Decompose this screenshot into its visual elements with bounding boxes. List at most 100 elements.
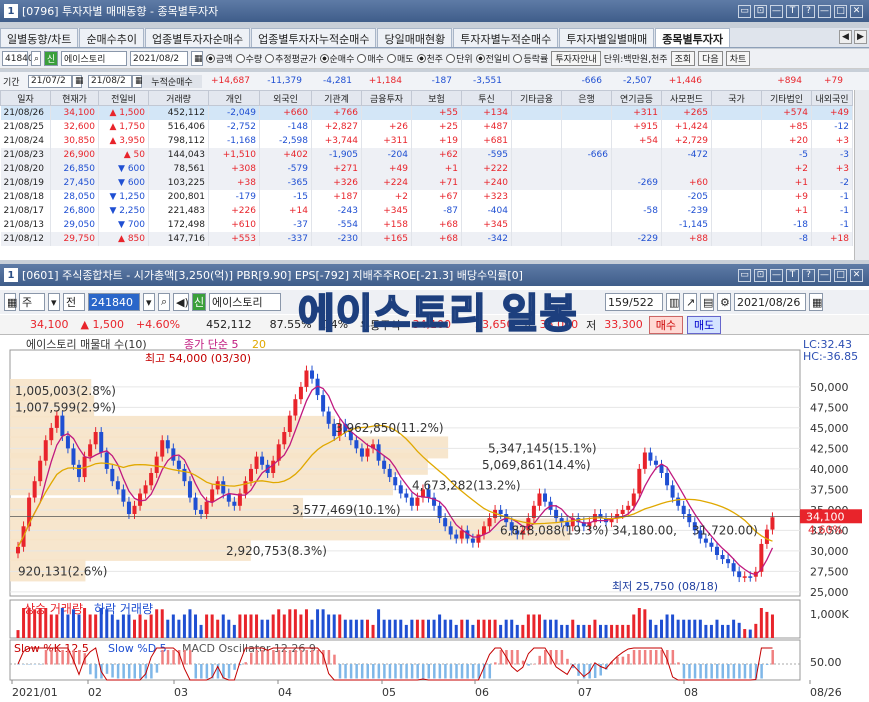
stock-chart[interactable]: 50,00047,50045,00042,50040,00037,50035,0… [0, 336, 869, 702]
gear-icon[interactable]: ⚙ [717, 293, 731, 311]
radio-buy[interactable]: 매수 [357, 52, 384, 65]
close-icon[interactable]: ✕ [850, 4, 863, 18]
stock-name-field[interactable]: 에이스토리 [61, 51, 127, 66]
stock-name-field[interactable]: 에이스토리 [209, 293, 281, 311]
radio-amount[interactable]: 금액 [206, 52, 233, 65]
minimize-icon[interactable]: — [818, 4, 831, 18]
table-row[interactable]: 21/08/19 27,450 ▼ 600 103,225 +38 -365 +326 +22… [0, 175, 853, 190]
restore-icon[interactable]: ▭ [738, 268, 751, 282]
chart-button[interactable]: 차트 [725, 51, 751, 66]
minimize-alt-icon[interactable]: — [770, 4, 783, 18]
column-header[interactable]: 국가 [711, 90, 762, 106]
tab-net-buy-trend[interactable]: 순매수추이 [79, 28, 145, 47]
date-field[interactable]: 2021/08/2 [130, 51, 188, 66]
column-header[interactable]: 연기금등 [611, 90, 662, 106]
column-header[interactable]: 금융투자 [361, 90, 412, 106]
radio-avg-price[interactable]: 추정평균가 [265, 52, 317, 65]
column-header[interactable]: 기관계 [311, 90, 362, 106]
column-header[interactable]: 현재가 [50, 90, 99, 106]
table-row[interactable]: 21/08/20 26,850 ▼ 600 78,561 +308 -579 +271 +49… [0, 161, 853, 176]
search-icon[interactable]: ⌕ [158, 293, 170, 311]
restore-icon[interactable]: ▭ [738, 4, 751, 18]
column-header[interactable]: 내외국인 [811, 90, 853, 106]
calendar-icon[interactable]: ▦ [191, 51, 203, 66]
calendar-icon[interactable]: ▦ [132, 74, 144, 88]
sell-button[interactable]: 매도 [687, 315, 722, 334]
tab-stock-investor[interactable]: 종목별투자자 [655, 28, 730, 47]
table-row[interactable]: 21/08/17 26,800 ▼ 2,250 221,483 +226 +14 -243 +… [0, 203, 853, 218]
column-header[interactable]: 투신 [461, 90, 512, 106]
pin-icon[interactable]: ⊡ [754, 268, 767, 282]
text-icon[interactable]: T [786, 268, 799, 282]
minimize-alt-icon[interactable]: — [770, 268, 783, 282]
pin-icon[interactable]: ⊡ [754, 4, 767, 18]
help-icon[interactable]: ? [802, 268, 815, 282]
tab-investor-cum-net-buy[interactable]: 투자자별누적순매수 [453, 28, 559, 47]
table-scrollbar[interactable] [854, 90, 869, 260]
radio-net-buy[interactable]: 순매수 [319, 52, 354, 65]
column-header[interactable]: 개인 [208, 90, 260, 106]
market-select[interactable]: 전 [63, 293, 85, 311]
tab-prev-button[interactable]: ◀ [839, 30, 852, 44]
tab-industry-net-buy[interactable]: 업종별투자자순매수 [145, 28, 251, 47]
minimize-icon[interactable]: — [818, 268, 831, 282]
tab-daily-trend[interactable]: 일별동향/차트 [0, 28, 79, 47]
help-icon[interactable]: ? [802, 4, 815, 18]
column-header[interactable]: 전일비 [98, 90, 149, 106]
close-icon[interactable]: ✕ [850, 268, 863, 282]
maximize-icon[interactable]: □ [834, 268, 847, 282]
table-row[interactable]: 21/08/26 34,100 ▲ 1,500 452,112 -2,049 +660 +7… [0, 105, 853, 120]
column-header[interactable]: 은행 [561, 90, 612, 106]
stock-code-input[interactable]: 241840 [88, 293, 140, 311]
maximize-icon[interactable]: □ [834, 4, 847, 18]
save-icon[interactable]: ▤ [700, 293, 714, 311]
period-from-field[interactable]: 21/07/2 [28, 74, 72, 88]
query-button[interactable]: 조회 [670, 51, 696, 66]
search-icon[interactable]: ⌕ [31, 51, 41, 66]
column-header[interactable]: 기타법인 [761, 90, 812, 106]
tab-investor-daily[interactable]: 투자자별일별매매 [559, 28, 655, 47]
chevron-down-icon[interactable]: ▾ [48, 293, 60, 311]
grid-icon[interactable]: ▦ [4, 293, 17, 311]
radio-unit[interactable]: 단위 [446, 52, 473, 65]
query-toolbar: 41840 ⌕ 신 에이스토리 2021/08/2 ▦ 금액 수량 추정평균가 … [0, 49, 869, 69]
period-to-field[interactable]: 21/08/2 [88, 74, 132, 88]
radio-change-rate[interactable]: 등락률 [513, 52, 548, 65]
column-header[interactable]: 일자 [0, 90, 51, 106]
investor-guide-button[interactable]: 투자자안내 [551, 51, 601, 66]
next-button[interactable]: 다음 [698, 51, 723, 66]
text-icon[interactable]: T [786, 4, 799, 18]
radio-quantity[interactable]: 수량 [235, 52, 262, 65]
buy-button[interactable]: 매수 [648, 315, 684, 334]
calendar-icon[interactable]: ▦ [809, 293, 823, 311]
column-header[interactable]: 보험 [411, 90, 462, 106]
table-row[interactable]: 21/08/12 29,750 ▲ 850 147,716 +553 -337 -230 +1… [0, 231, 853, 246]
table-row[interactable]: 21/08/23 26,900 ▲ 50 144,043 +1,510 +402 -1,90… [0, 147, 853, 162]
column-header[interactable]: 기타금융 [511, 90, 562, 106]
radio-sell[interactable]: 매도 [386, 52, 414, 65]
period-select[interactable]: 주 [19, 293, 45, 311]
column-header[interactable]: 외국인 [259, 90, 312, 106]
tab-today-trades[interactable]: 당일매매현황 [377, 28, 453, 47]
tab-industry-cum-net-buy[interactable]: 업종별투자자누적순매수 [251, 28, 377, 47]
bar-count-field[interactable]: 159/522 [605, 293, 663, 311]
table-row[interactable]: 21/08/18 28,050 ▼ 1,250 200,801 -179 -15 +187 +… [0, 189, 853, 204]
calendar-icon[interactable]: ▦ [72, 74, 84, 88]
chevron-down-icon[interactable]: ▾ [143, 293, 155, 311]
column-header[interactable]: 사모펀드 [661, 90, 712, 106]
table-row[interactable]: 21/08/25 32,600 ▲ 1,750 516,406 -2,752 -148 +2… [0, 119, 853, 134]
tab-next-button[interactable]: ▶ [854, 30, 867, 44]
window1-titlebar[interactable]: 1 [0796] 투자자별 매매동향 - 종목별투자자 ▭ ⊡ — T? — □ ✕ [0, 0, 869, 22]
chart-date-field[interactable]: 2021/08/26 [734, 293, 806, 311]
table-cell [561, 105, 612, 120]
radio-thousand-shares[interactable]: 천주 [416, 52, 443, 65]
chart-settings-icon[interactable]: ▥ [666, 293, 680, 311]
speaker-icon[interactable]: ◀) [173, 293, 189, 311]
stock-code-field[interactable]: 41840 [2, 51, 34, 66]
column-header[interactable]: 거래량 [148, 90, 209, 106]
table-row[interactable]: 21/08/24 30,850 ▲ 3,950 798,112 -1,168 -2,598… [0, 133, 853, 148]
table-row[interactable]: 21/08/13 29,050 ▼ 700 172,498 +610 -37 -554 +15… [0, 217, 853, 232]
table-cell: -18 [761, 217, 812, 232]
radio-prev-diff[interactable]: 전일비 [475, 52, 510, 65]
trend-icon[interactable]: ↗ [683, 293, 697, 311]
